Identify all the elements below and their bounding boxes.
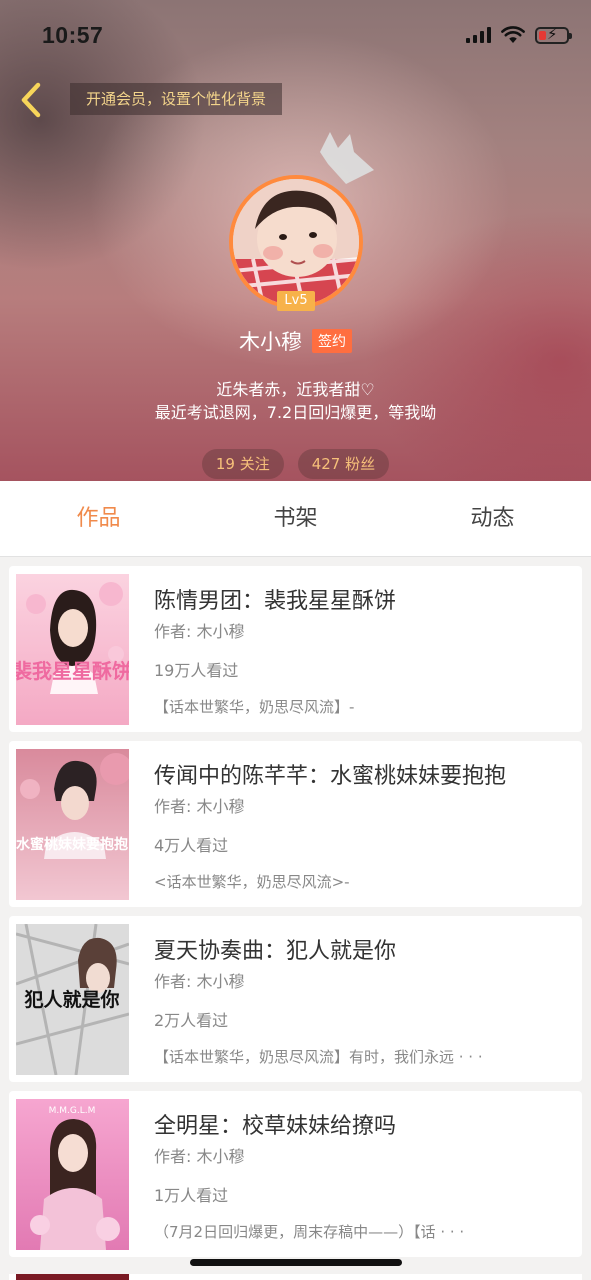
book-title[interactable]: 全明星：校草妹妹给撩吗	[154, 1108, 396, 1140]
vip-background-banner[interactable]: 开通会员，设置个性化背景	[70, 83, 283, 115]
signed-badge: 签约	[312, 329, 352, 353]
level-badge: Lv5	[277, 291, 315, 311]
tab-bookshelf[interactable]: 书架	[197, 481, 394, 556]
wifi-icon	[501, 26, 525, 43]
chevron-left-icon	[21, 82, 41, 118]
book-cover-partial	[16, 1274, 129, 1280]
avatar[interactable]	[229, 175, 363, 309]
cover-title-text: 犯人就是你	[23, 988, 119, 1011]
book-views: 19万人看过	[154, 661, 239, 680]
status-icons: ⚡	[466, 25, 572, 44]
cover-title-text: 水蜜桃妹妹要抱抱	[16, 836, 128, 853]
book-views: 1万人看过	[154, 1186, 229, 1205]
back-button[interactable]	[14, 80, 48, 120]
battery-icon: ⚡	[535, 25, 572, 44]
cover-title-text: 裴我星星酥饼	[16, 659, 129, 683]
book-card[interactable]: 犯人就是你 夏天协奏曲：犯人就是你 作者: 木小穆 2万人看过 【话本世繁华，奶…	[9, 916, 582, 1082]
book-intro: 【话本世繁华，奶思尽风流】-	[154, 698, 355, 716]
tab-works[interactable]: 作品	[0, 481, 197, 556]
book-card[interactable]: M.M.G.L.M 全明星：校草妹妹给撩吗 作者: 木小穆 1万人看过 （7月2…	[9, 1091, 582, 1257]
book-intro: （7月2日回归爆更，周末存稿中——）【话 · · ·	[154, 1223, 465, 1241]
book-author: 作者: 木小穆	[154, 972, 245, 991]
followers-count[interactable]: 427 粉丝	[297, 449, 390, 479]
book-author: 作者: 木小穆	[154, 622, 245, 641]
book-cover[interactable]: 水蜜桃妹妹要抱抱	[16, 749, 129, 900]
book-card[interactable]: 裴我星星酥饼 陈情男团：裴我星星酥饼 作者: 木小穆 19万人看过 【话本世繁华…	[9, 566, 582, 732]
name-row: 木小穆 签约	[0, 326, 591, 356]
avatar-photo	[233, 179, 359, 305]
book-card[interactable]: 水蜜桃妹妹要抱抱 传闻中的陈芊芊：水蜜桃妹妹要抱抱 作者: 木小穆 4万人看过 …	[9, 741, 582, 907]
book-author: 作者: 木小穆	[154, 797, 245, 816]
profile-header: 10:57 ⚡ 开通会员，设置个性化背景 Lv5 木小穆 签约 近朱者赤，近我者…	[0, 0, 591, 481]
book-cover[interactable]: M.M.G.L.M	[16, 1099, 129, 1250]
bio-line: 近朱者赤，近我者甜♡	[216, 380, 375, 399]
profile-tabs: 作品 书架 动态	[0, 481, 591, 557]
book-intro: <话本世繁华，奶思尽风流>-	[154, 873, 350, 891]
stats-row: 19 关注 427 粉丝	[0, 449, 591, 479]
book-intro: 【话本世繁华，奶思尽风流】有时，我们永远 · · ·	[154, 1048, 483, 1066]
tab-activity[interactable]: 动态	[394, 481, 591, 556]
home-indicator[interactable]	[190, 1259, 402, 1266]
book-author: 作者: 木小穆	[154, 1147, 245, 1166]
status-bar: 10:57 ⚡	[0, 0, 591, 70]
user-name: 木小穆	[239, 330, 302, 354]
book-title[interactable]: 夏天协奏曲：犯人就是你	[154, 933, 396, 965]
book-list: 裴我星星酥饼 陈情男团：裴我星星酥饼 作者: 木小穆 19万人看过 【话本世繁华…	[9, 566, 582, 1266]
book-title[interactable]: 陈情男团：裴我星星酥饼	[154, 583, 396, 615]
cellular-signal-icon	[466, 27, 491, 43]
book-views: 4万人看过	[154, 836, 229, 855]
cover-title-text: M.M.G.L.M	[49, 1106, 96, 1116]
status-time: 10:57	[42, 22, 104, 48]
book-cover[interactable]: 裴我星星酥饼	[16, 574, 129, 725]
book-title[interactable]: 传闻中的陈芊芊：水蜜桃妹妹要抱抱	[154, 758, 506, 790]
book-cover[interactable]: 犯人就是你	[16, 924, 129, 1075]
bio-line: 最近考试退网，7.2日回归爆更，等我呦	[154, 403, 437, 422]
book-views: 2万人看过	[154, 1011, 229, 1030]
user-bio: 近朱者赤，近我者甜♡ 最近考试退网，7.2日回归爆更，等我呦	[0, 378, 591, 424]
following-count[interactable]: 19 关注	[201, 449, 284, 479]
